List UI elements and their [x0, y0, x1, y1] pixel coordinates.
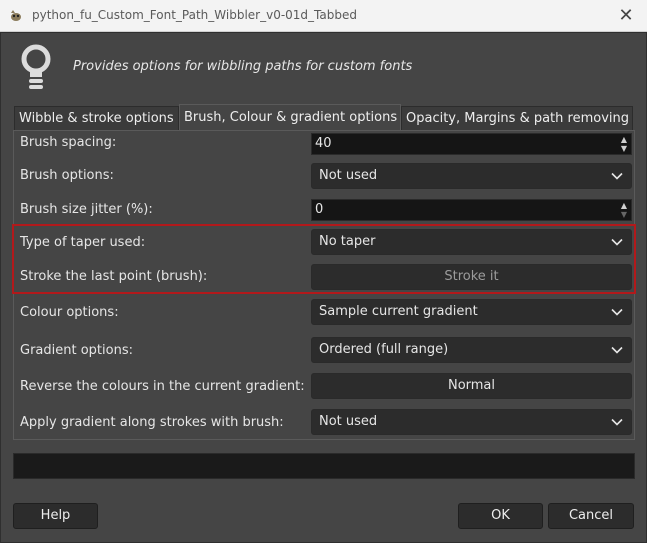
- stroke-last-point-label: Stroke the last point (brush):: [20, 269, 208, 284]
- lightbulb-icon: [21, 44, 51, 89]
- apply-gradient-value: Not used: [319, 414, 378, 429]
- chevron-down-icon: [611, 238, 623, 246]
- reverse-colours-label: Reverse the colours in the current gradi…: [20, 379, 305, 394]
- normal-toggle-button[interactable]: Normal: [311, 373, 632, 399]
- brush-options-value: Not used: [319, 168, 378, 183]
- brush-options-label: Brush options:: [20, 168, 114, 183]
- taper-type-value: No taper: [319, 234, 376, 249]
- brush-size-jitter-spinner[interactable]: 0 ▲ ▼: [311, 199, 632, 221]
- gradient-options-label: Gradient options:: [20, 343, 133, 358]
- chevron-down-icon: [611, 418, 623, 426]
- brush-spacing-label: Brush spacing:: [20, 135, 117, 150]
- gimp-app-icon: [11, 10, 21, 21]
- gradient-options-select[interactable]: Ordered (full range): [311, 337, 632, 363]
- title-bar: python_fu_Custom_Font_Path_Wibbler_v0-01…: [0, 0, 647, 32]
- taper-type-select[interactable]: No taper: [311, 229, 632, 255]
- cancel-button[interactable]: Cancel: [548, 503, 634, 529]
- brush-spacing-spinner[interactable]: 40 ▲ ▼: [311, 133, 632, 155]
- close-icon: ✕: [618, 5, 634, 26]
- brush-options-select[interactable]: Not used: [311, 163, 632, 189]
- apply-gradient-label: Apply gradient along strokes with brush:: [20, 415, 284, 430]
- chevron-down-icon: [611, 346, 623, 354]
- tab-opacity-margins[interactable]: Opacity, Margins & path removing: [401, 106, 633, 130]
- brush-size-jitter-value: 0: [315, 202, 324, 217]
- colour-options-select[interactable]: Sample current gradient: [311, 299, 632, 325]
- gradient-options-value: Ordered (full range): [319, 342, 449, 357]
- colour-options-value: Sample current gradient: [319, 304, 478, 319]
- brush-spacing-value: 40: [315, 136, 332, 151]
- chevron-down-icon: [611, 172, 623, 180]
- apply-gradient-select[interactable]: Not used: [311, 409, 632, 435]
- taper-type-label: Type of taper used:: [20, 235, 146, 250]
- stroke-it-button[interactable]: Stroke it: [311, 264, 632, 290]
- dialog-description: Provides options for wibbling paths for …: [73, 59, 413, 74]
- help-button[interactable]: Help: [13, 503, 98, 529]
- brush-size-jitter-label: Brush size jitter (%):: [20, 202, 153, 217]
- progress-bar: [13, 453, 635, 479]
- tab-brush-colour-gradient[interactable]: Brush, Colour & gradient options: [179, 104, 401, 132]
- spinner-arrows-icon[interactable]: ▲ ▼: [619, 135, 629, 153]
- close-button[interactable]: ✕: [615, 6, 637, 26]
- colour-options-label: Colour options:: [20, 305, 119, 320]
- tab-wibble-stroke[interactable]: Wibble & stroke options: [14, 106, 179, 130]
- ok-button[interactable]: OK: [458, 503, 543, 529]
- chevron-down-icon: [611, 308, 623, 316]
- spinner-arrows-icon[interactable]: ▲ ▼: [619, 201, 629, 219]
- window-title: python_fu_Custom_Font_Path_Wibbler_v0-01…: [32, 8, 357, 22]
